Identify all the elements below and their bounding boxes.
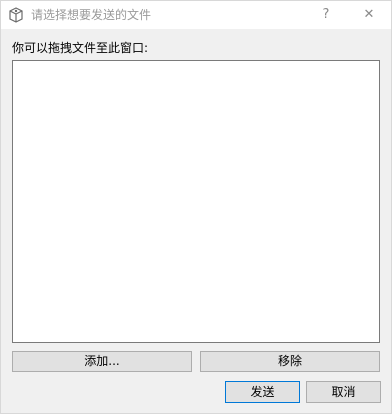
cancel-button[interactable]: 取消 [306,381,381,403]
add-file-button[interactable]: 添加... [12,351,192,372]
question-mark-icon: ? [322,7,330,22]
send-button[interactable]: 发送 [225,381,300,403]
send-file-dialog: 请选择想要发送的文件 ? ✕ 你可以拖拽文件至此窗口: 添加... 移除 发送 … [0,0,392,414]
help-button[interactable]: ? [306,1,346,29]
title-bar[interactable]: 请选择想要发送的文件 ? ✕ [1,1,391,29]
drag-drop-hint: 你可以拖拽文件至此窗口: [12,41,149,55]
remove-file-button[interactable]: 移除 [200,351,380,372]
close-icon: ✕ [363,7,375,22]
window-title: 请选择想要发送的文件 [31,8,152,22]
file-list-box[interactable] [12,60,380,343]
package-icon [8,7,24,23]
close-button[interactable]: ✕ [349,1,389,29]
